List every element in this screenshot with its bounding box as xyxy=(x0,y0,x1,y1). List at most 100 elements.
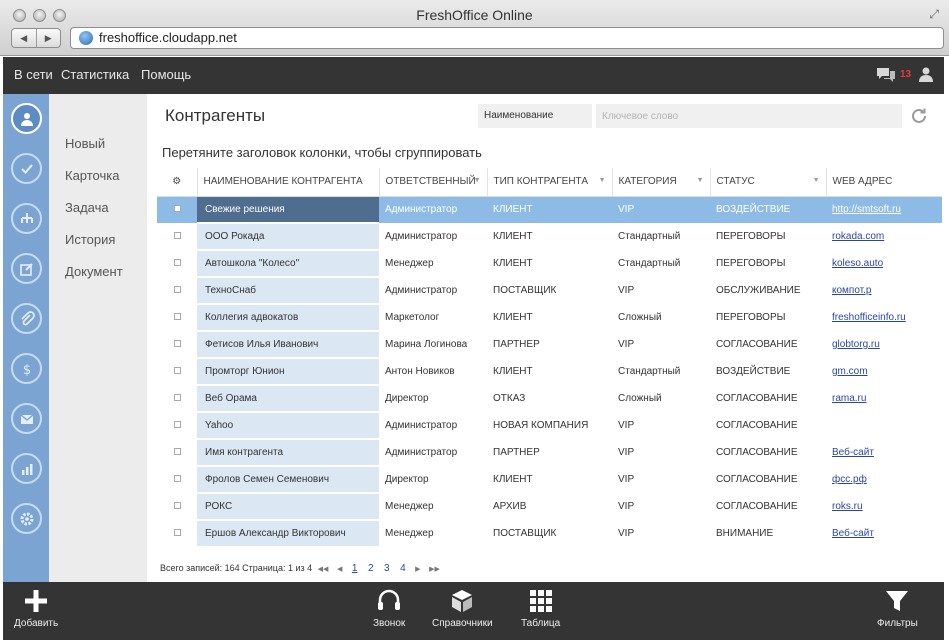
row-checkbox-cell xyxy=(157,358,197,385)
row-checkbox[interactable] xyxy=(173,340,181,347)
page-link[interactable]: 1 xyxy=(352,563,358,574)
row-checkbox[interactable] xyxy=(173,259,181,266)
first-page-icon[interactable]: ◀◀ xyxy=(318,566,329,573)
row-checkbox[interactable] xyxy=(173,205,181,213)
column-header-name[interactable]: НАИМЕНОВАНИЕ КОНТРАГЕНТА xyxy=(196,168,379,197)
dollar-icon[interactable]: $ xyxy=(11,353,42,384)
row-checkbox[interactable] xyxy=(173,394,181,401)
table-row[interactable]: Фролов Семен Семенович Директор КЛИЕНТ VIP С… xyxy=(157,466,942,494)
table-row[interactable]: Yahoo Администратор НОВАЯ КОМПАНИЯ VIP СОГЛА… xyxy=(157,412,942,440)
menu-help[interactable]: Помощь xyxy=(141,67,191,82)
cell-category: VIP xyxy=(618,285,635,296)
cell-web[interactable]: globtorg.ru xyxy=(826,331,942,358)
side-item-history[interactable]: История xyxy=(65,232,115,247)
table-row[interactable]: Ершов Александр Викторович Менеджер ПОСТАВ… xyxy=(157,520,942,548)
bottom-toolbar: Добавить Звонок Справочники Таблица Филь… xyxy=(3,582,944,640)
user-icon[interactable] xyxy=(918,66,934,87)
contacts-icon[interactable] xyxy=(11,103,42,134)
row-checkbox[interactable] xyxy=(173,313,181,320)
cell-type: КЛИЕНТ xyxy=(493,258,533,269)
table-row[interactable]: Коллегия адвокатов Маркетолог КЛИЕНТ Сложны… xyxy=(157,304,942,332)
row-checkbox[interactable] xyxy=(173,286,181,293)
cell-name: ТехноСнаб xyxy=(197,277,379,305)
row-checkbox[interactable] xyxy=(173,367,181,374)
notification-count: 13 xyxy=(900,69,912,80)
row-checkbox[interactable] xyxy=(173,232,181,239)
row-checkbox[interactable] xyxy=(173,529,181,536)
table-row[interactable]: Имя контрагента Администратор ПАРТНЕР VIP СО… xyxy=(157,439,942,467)
last-page-icon[interactable]: ▶▶ xyxy=(429,566,440,573)
cell-web[interactable]: koleso.auto xyxy=(826,250,942,277)
row-checkbox[interactable] xyxy=(173,421,181,428)
prev-page-icon[interactable]: ◀ xyxy=(337,566,342,573)
cell-type: КЛИЕНТ xyxy=(493,312,533,323)
table-row[interactable]: РОКС Менеджер АРХИВ VIP СОГЛАСОВАНИЕ roks.ru xyxy=(157,493,942,521)
column-header-web[interactable]: WEB АДРЕС xyxy=(825,168,942,197)
refresh-icon[interactable] xyxy=(909,106,929,131)
row-checkbox[interactable] xyxy=(173,502,181,509)
references-button[interactable]: Справочники xyxy=(432,588,493,629)
contractors-table: ⚙ НАИМЕНОВАНИЕ КОНТРАГЕНТА ОТВЕТСТВЕННЫЙ… xyxy=(157,168,942,548)
side-item-new[interactable]: Новый xyxy=(65,136,105,151)
row-checkbox[interactable] xyxy=(173,448,181,455)
filter-icon[interactable]: ▼ xyxy=(813,177,820,184)
cell-owner: Менеджер xyxy=(385,528,434,539)
next-page-icon[interactable]: ▶ xyxy=(415,566,420,573)
page-link[interactable]: 3 xyxy=(384,563,390,574)
add-button[interactable]: Добавить xyxy=(14,588,58,629)
stats-icon[interactable] xyxy=(11,453,42,484)
cell-web[interactable] xyxy=(826,412,942,439)
column-header-category[interactable]: КАТЕГОРИЯ ▼ xyxy=(611,168,710,197)
cell-web[interactable]: компот.р xyxy=(826,277,942,304)
filter-icon[interactable]: ▼ xyxy=(697,177,704,184)
table-button[interactable]: Таблица xyxy=(521,588,560,629)
search-input[interactable] xyxy=(596,104,902,128)
table-row[interactable]: Фетисов Илья Иванович Марина Логинова ПАРТ… xyxy=(157,331,942,359)
table-row[interactable]: Веб Орама Директор ОТКАЗ Сложный СОГЛАСОВАНИ… xyxy=(157,385,942,413)
cell-web[interactable]: Веб-сайт xyxy=(826,520,942,547)
address-bar[interactable]: freshoffice.cloudapp.net xyxy=(70,27,944,49)
table-row[interactable]: Промторг Юнион Антон Новиков КЛИЕНТ Стандар… xyxy=(157,358,942,386)
column-header-status[interactable]: СТАТУС ▼ xyxy=(709,168,826,197)
forward-icon[interactable]: ▶ xyxy=(37,29,61,47)
column-header-type[interactable]: ТИП КОНТРАГЕНТА ▼ xyxy=(486,168,612,197)
cell-web[interactable]: roks.ru xyxy=(826,493,942,520)
cell-web[interactable]: фсс.рф xyxy=(826,466,942,493)
cell-web[interactable]: freshofficeinfo.ru xyxy=(826,304,942,331)
row-checkbox[interactable] xyxy=(173,475,181,482)
paperclip-icon[interactable] xyxy=(11,303,42,334)
page-link[interactable]: 4 xyxy=(400,563,406,574)
edit-icon[interactable] xyxy=(11,253,42,284)
chat-icon[interactable] xyxy=(876,67,896,88)
cell-web[interactable]: rama.ru xyxy=(826,385,942,412)
cell-web[interactable]: Веб-сайт xyxy=(826,439,942,466)
table-row[interactable]: ООО Рокада Администратор КЛИЕНТ Стандартный… xyxy=(157,223,942,251)
fullscreen-icon[interactable]: ⤢ xyxy=(929,7,939,22)
call-button[interactable]: Звонок xyxy=(373,588,405,629)
filter-icon[interactable]: ▼ xyxy=(474,177,481,184)
column-settings-icon[interactable]: ⚙ xyxy=(157,168,197,197)
cell-web[interactable]: gm.com xyxy=(826,358,942,385)
table-row[interactable]: Свежие решения Администратор КЛИЕНТ VIP ВОЗД… xyxy=(157,196,942,224)
cell-web[interactable]: rokada.com xyxy=(826,223,942,250)
table-row[interactable]: ТехноСнаб Администратор ПОСТАВЩИК VIP ОБСЛУЖ… xyxy=(157,277,942,305)
column-header-owner[interactable]: ОТВЕТСТВЕННЫЙ ▼ xyxy=(378,168,487,197)
cell-web[interactable]: http://smtsoft.ru xyxy=(826,196,942,223)
page-link[interactable]: 2 xyxy=(368,563,374,574)
search-field-select[interactable]: Наименование xyxy=(478,104,592,128)
filters-button[interactable]: Фильтры xyxy=(877,588,918,629)
side-item-task[interactable]: Задача xyxy=(65,200,109,215)
side-item-document[interactable]: Документ xyxy=(65,264,123,279)
table-row[interactable]: Автошкола "Колесо" Менеджер КЛИЕНТ Стандарт… xyxy=(157,250,942,278)
mail-icon[interactable] xyxy=(11,403,42,434)
cell-status: ВОЗДЕЙСТВИЕ xyxy=(716,366,791,377)
filter-funnel-icon xyxy=(886,591,909,611)
menu-statistics[interactable]: Статистика xyxy=(61,67,129,82)
back-icon[interactable]: ◀ xyxy=(12,29,37,47)
check-icon[interactable] xyxy=(11,153,42,184)
side-item-card[interactable]: Карточка xyxy=(65,168,119,183)
org-chart-icon[interactable] xyxy=(11,203,42,234)
filter-icon[interactable]: ▼ xyxy=(599,177,606,184)
settings-icon[interactable] xyxy=(11,503,42,534)
menu-online[interactable]: В сети xyxy=(14,67,53,82)
